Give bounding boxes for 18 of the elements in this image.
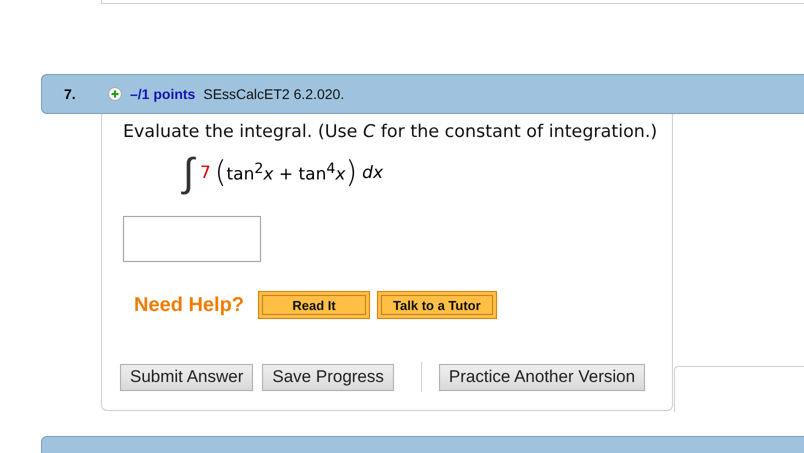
- differential: dx: [362, 163, 384, 183]
- need-help-label: Need Help?: [134, 294, 244, 316]
- open-parenthesis: (: [214, 158, 227, 188]
- points-label: –/1 points: [130, 86, 196, 102]
- question-number: 7.: [64, 86, 77, 102]
- read-button[interactable]: Read It: [258, 291, 370, 319]
- submit-button[interactable]: Submit Answer: [120, 364, 254, 390]
- question-reference: SEssCalcET2 6.2.020.: [203, 86, 344, 102]
- answer-box[interactable]: [123, 216, 261, 262]
- question-prompt: Evaluate the integral. (Use C for the constant of integration.): [123, 122, 658, 142]
- integrand: tan$^{2}$x + tan$^{4}$x: [226, 161, 346, 185]
- tutor-button[interactable]: Talk to a Tutor: [377, 291, 497, 319]
- save-button[interactable]: Save Progress: [262, 364, 394, 390]
- close-parenthesis: ): [345, 158, 358, 188]
- coefficient: 7: [200, 163, 211, 183]
- practice-button[interactable]: Practice Another Version: [438, 364, 646, 390]
- integral-sign: ∫: [183, 153, 194, 193]
- plus-icon[interactable]: [108, 87, 122, 101]
